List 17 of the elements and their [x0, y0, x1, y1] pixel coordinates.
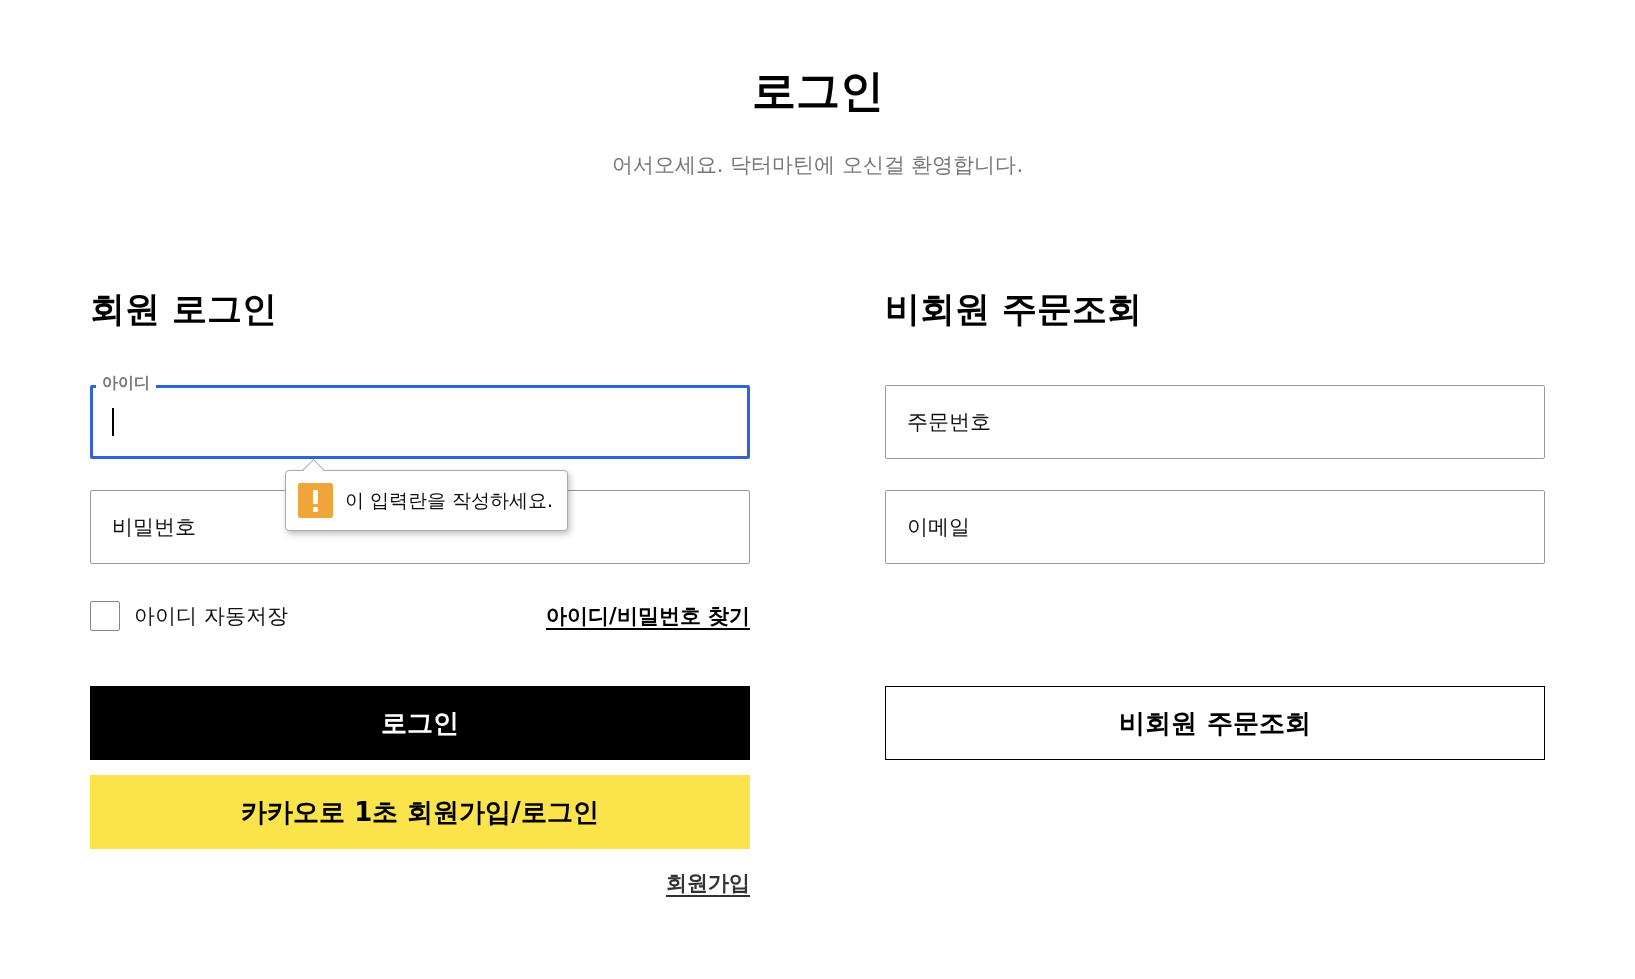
- section-heading: 회원 로그인: [90, 289, 279, 329]
- field-label: 아이디: [96, 373, 156, 394]
- page-title: 로그인: [751, 64, 884, 118]
- checkbox-label[interactable]: 아이디 자동저장: [134, 602, 288, 630]
- section-heading: 비회원 주문조회: [885, 289, 1144, 329]
- signup-link[interactable]: 회원가입: [666, 869, 750, 897]
- login-button[interactable]: 로그인: [90, 686, 750, 760]
- kakao-login-button[interactable]: 카카오로 1초 회원가입/로그인: [90, 775, 750, 849]
- tooltip-text: 이 입력란을 작성하세요.: [345, 487, 554, 513]
- text-cursor: [112, 408, 114, 436]
- text-field[interactable]: 주문번호: [885, 385, 1545, 459]
- find-account-link[interactable]: 아이디/비밀번호 찾기: [546, 602, 750, 630]
- page-subtitle: 어서오세요. 닥터마틴에 오신걸 환영합니다.: [611, 152, 1024, 179]
- text-field[interactable]: 이메일: [885, 490, 1545, 564]
- checkbox[interactable]: [90, 601, 120, 631]
- guest-order-lookup-button[interactable]: 비회원 주문조회: [885, 686, 1545, 760]
- warning-icon: [298, 483, 333, 518]
